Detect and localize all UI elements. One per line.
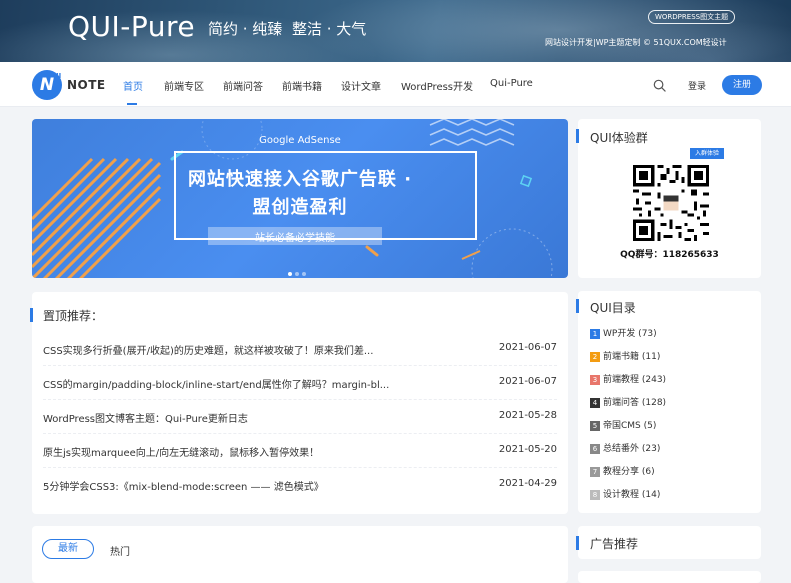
tab-latest[interactable]: 最新 (42, 539, 94, 559)
category-item[interactable]: 4 前端问答 (128) (590, 395, 666, 409)
slider-brand: Google AdSense (259, 135, 341, 146)
category-label[interactable]: 帝国CMS (5) (603, 421, 656, 431)
nav-item-frontend-books[interactable]: 前端书籍 (282, 78, 322, 93)
slider-dot[interactable] (295, 272, 299, 276)
post-tabs-card: 最新 热门 (32, 526, 568, 583)
post-title[interactable]: WordPress图文博客主题：Qui-Pure更新日志 (43, 410, 403, 425)
post-date: 2021-06-07 (498, 342, 557, 353)
slider-dot[interactable] (288, 272, 292, 276)
search-icon[interactable] (653, 79, 666, 92)
post-date: 2021-06-07 (498, 376, 557, 387)
slider-headline: 网站快速接入谷歌广告联 · (187, 169, 413, 190)
section-accent-bar (576, 299, 579, 313)
category-label[interactable]: 总结番外 (23) (603, 444, 660, 454)
category-item[interactable]: 7 教程分享 (6) (590, 464, 655, 478)
category-rank-badge: 6 (590, 444, 600, 454)
hero-slider[interactable]: Google AdSense 网站快速接入谷歌广告联 · 盟创造盈利 站长必备必… (32, 119, 568, 278)
site-logo[interactable]: N UI NOTE (32, 70, 106, 100)
post-title[interactable]: 原生js实现marquee向上/向左无缝滚动，鼠标移入暂停效果！ (43, 444, 403, 459)
pinned-post-row[interactable]: WordPress图文博客主题：Qui-Pure更新日志 2021-05-28 (43, 400, 557, 434)
post-title[interactable]: CSS的margin/padding-block/inline-start/en… (43, 376, 403, 391)
main-navbar: N UI NOTE 首页 前端专区 前端问答 前端书籍 设计文章 WordPre… (0, 62, 791, 107)
theme-badge[interactable]: WORDPRESS图文主题 (648, 10, 736, 24)
pinned-posts-card: 置顶推荐： CSS实现多行折叠(展开/收起)的历史难题，就这样被攻破了！原来我们… (30, 292, 568, 514)
category-item[interactable]: 1 WP开发 (73) (590, 326, 657, 340)
category-label[interactable]: WP开发 (73) (603, 329, 657, 339)
category-label[interactable]: 前端教程 (243) (603, 375, 666, 385)
sidebar-next-card (578, 571, 761, 583)
nav-active-indicator (127, 103, 137, 105)
qq-group-number: QQ群号：118265633 (620, 250, 719, 260)
category-item[interactable]: 8 设计教程 (14) (590, 487, 660, 501)
category-rank-badge: 5 (590, 421, 600, 431)
nav-item-frontend-qa[interactable]: 前端问答 (223, 78, 263, 93)
slider-headline: 盟创造盈利 (252, 197, 348, 218)
logo-superscript: UI (53, 72, 62, 80)
category-card: QUI目录 1 WP开发 (73) 2 前端书籍 (11) 3 前端教程 (243) … (576, 291, 761, 513)
category-rank-badge: 2 (590, 352, 600, 362)
pinned-post-row[interactable]: 原生js实现marquee向上/向左无缝滚动，鼠标移入暂停效果！ 2021-05… (43, 434, 557, 468)
qq-group-card: QUI体验群 入群体验 QQ群号：118265633 (576, 119, 761, 278)
post-date: 2021-04-29 (498, 478, 557, 489)
category-item[interactable]: 6 总结番外 (23) (590, 441, 660, 455)
pinned-post-row[interactable]: 5分钟学会CSS3:《mix-blend-mode:screen —— 滤色模式… (43, 468, 557, 502)
slider-pagination (288, 265, 309, 278)
category-rank-badge: 7 (590, 467, 600, 477)
post-date: 2021-05-28 (498, 410, 557, 421)
nav-item-home[interactable]: 首页 (123, 78, 143, 93)
category-rank-badge: 3 (590, 375, 600, 385)
ad-recommend-title: 广告推荐 (590, 537, 639, 551)
tab-hot[interactable]: 热门 (110, 543, 130, 558)
post-title[interactable]: 5分钟学会CSS3:《mix-blend-mode:screen —— 滤色模式… (43, 478, 403, 493)
section-accent-bar (576, 129, 579, 143)
post-title[interactable]: CSS实现多行折叠(展开/收起)的历史难题，就这样被攻破了！原来我们差... (43, 342, 403, 357)
category-rank-badge: 8 (590, 490, 600, 500)
site-slogan: 整洁 · 大气 (292, 20, 367, 38)
pinned-post-row[interactable]: CSS的margin/padding-block/inline-start/en… (43, 366, 557, 400)
post-date: 2021-05-20 (498, 444, 557, 455)
ad-recommend-card: 广告推荐 (576, 526, 761, 559)
section-accent-bar (30, 308, 33, 322)
pinned-title: 置顶推荐： (43, 309, 104, 323)
category-rank-badge: 1 (590, 329, 600, 339)
category-label[interactable]: 教程分享 (6) (603, 467, 655, 477)
nav-item-qui-pure[interactable]: Qui-Pure (490, 78, 533, 89)
qr-code-image (633, 165, 709, 241)
category-item[interactable]: 5 帝国CMS (5) (590, 418, 656, 432)
header-banner: QUI-Pure 简约 · 纯臻 整洁 · 大气 WORDPRESS图文主题 网… (0, 0, 791, 62)
slider-tag: 站长必备必学技能 (255, 233, 335, 244)
category-label[interactable]: 前端书籍 (11) (603, 352, 660, 362)
nav-item-frontend-zone[interactable]: 前端专区 (164, 78, 204, 93)
category-label[interactable]: 前端问答 (128) (603, 398, 666, 408)
nav-item-wordpress-dev[interactable]: WordPress开发 (401, 78, 473, 93)
category-item[interactable]: 2 前端书籍 (11) (590, 349, 660, 363)
category-title: QUI目录 (590, 301, 636, 315)
logo-text: NOTE (67, 78, 106, 92)
category-item[interactable]: 3 前端教程 (243) (590, 372, 666, 386)
login-link[interactable]: 登录 (688, 79, 706, 92)
slider-dot[interactable] (302, 272, 306, 276)
nav-item-design-articles[interactable]: 设计文章 (341, 78, 381, 93)
site-title[interactable]: QUI-Pure (68, 10, 195, 43)
qq-group-title: QUI体验群 (590, 131, 648, 145)
register-button[interactable]: 注册 (722, 75, 762, 95)
section-accent-bar (576, 536, 579, 550)
category-rank-badge: 4 (590, 398, 600, 408)
banner-subline: 网站设计开发|WP主题定制 © 51QUX.COM轻设计 (545, 38, 727, 47)
category-label[interactable]: 设计教程 (14) (603, 490, 660, 500)
pinned-post-row[interactable]: CSS实现多行折叠(展开/收起)的历史难题，就这样被攻破了！原来我们差... 2… (43, 332, 557, 366)
join-group-badge[interactable]: 入群体验 (690, 148, 725, 159)
site-slogan: 简约 · 纯臻 (208, 20, 283, 38)
